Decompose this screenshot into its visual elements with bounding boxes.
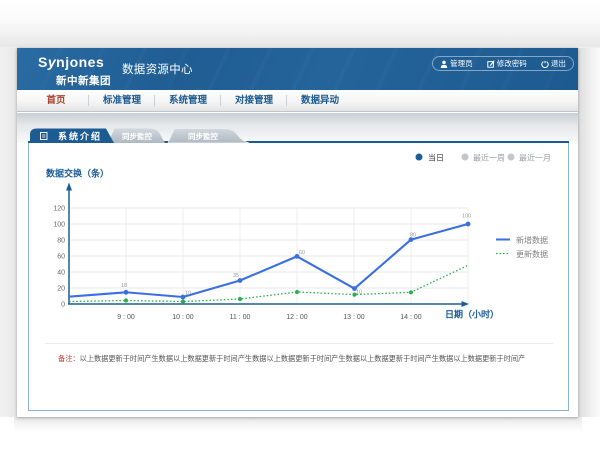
svg-text:0: 0 (61, 302, 65, 309)
svg-text:12 : 00: 12 : 00 (286, 314, 308, 321)
svg-text:数据交换（条）: 数据交换（条） (46, 168, 109, 179)
svg-text:同步監控: 同步監控 (122, 131, 152, 141)
svg-text:120: 120 (53, 206, 65, 213)
svg-text:10: 10 (185, 291, 191, 297)
svg-text:13 : 00: 13 : 00 (343, 314, 365, 321)
svg-text:10 : 00: 10 : 00 (172, 314, 194, 321)
svg-text:18: 18 (121, 283, 127, 289)
svg-text:80: 80 (57, 238, 65, 245)
svg-text:同步監控: 同步監控 (188, 131, 218, 141)
svg-text:11 : 00: 11 : 00 (230, 314, 251, 321)
svg-text:新增数据: 新增数据 (516, 235, 548, 245)
svg-text:10: 10 (356, 290, 362, 296)
svg-text:系统介绍: 系统介绍 (58, 131, 102, 142)
svg-text:40: 40 (57, 270, 65, 277)
svg-text:14 : 00: 14 : 00 (400, 314, 422, 321)
svg-text:当日: 当日 (428, 153, 444, 163)
svg-text:最近一月: 最近一月 (519, 153, 551, 163)
svg-text:60: 60 (57, 254, 65, 261)
svg-text:20: 20 (57, 286, 65, 293)
svg-text:100: 100 (53, 222, 65, 229)
svg-text:9 : 00: 9 : 00 (117, 314, 135, 321)
svg-text:100: 100 (462, 214, 471, 220)
svg-text:80: 80 (410, 233, 416, 239)
svg-text:更新数据: 更新数据 (516, 249, 548, 259)
svg-text:35: 35 (233, 273, 239, 279)
svg-text:最近一周: 最近一周 (473, 153, 505, 163)
svg-text:日期（小时）: 日期（小时） (445, 309, 499, 320)
svg-text:60: 60 (299, 250, 305, 256)
